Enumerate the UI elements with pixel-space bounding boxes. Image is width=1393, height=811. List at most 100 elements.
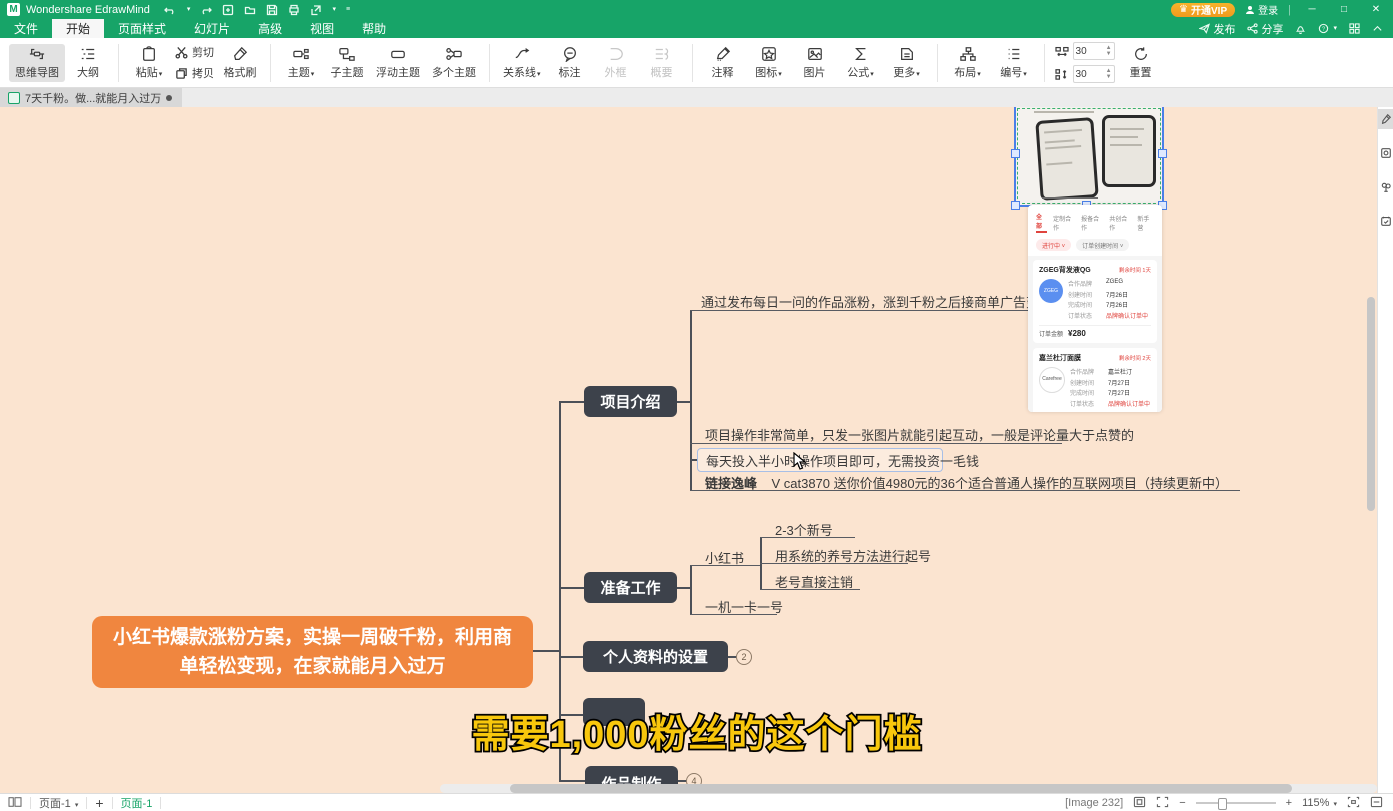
attached-image-phones[interactable] <box>1014 107 1164 207</box>
subtopic-button[interactable]: 子主题 <box>324 44 370 82</box>
add-page-button[interactable]: + <box>95 795 103 811</box>
page-select-dropdown[interactable]: 页面-1 ▾ <box>39 795 78 811</box>
cut-button[interactable]: 剪切 <box>172 43 217 61</box>
horizontal-scrollbar-thumb[interactable] <box>510 784 1292 793</box>
page-panel-icon[interactable] <box>8 796 22 811</box>
callout-button[interactable]: 标注 <box>547 44 593 82</box>
zoom-slider[interactable] <box>1196 802 1276 804</box>
topic-text[interactable]: 链接逸峰 V cat3870 送你价值4980元的36个适合普通人操作的互联网项… <box>705 473 1228 492</box>
icon-library-button[interactable]: 图标▾ <box>746 44 792 82</box>
collapse-ribbon-icon[interactable] <box>1372 23 1383 34</box>
topic-text[interactable]: 老号直接注销 <box>775 572 853 591</box>
share-icon <box>1247 23 1258 34</box>
formula-button[interactable]: 公式▾ <box>838 44 884 82</box>
reset-button[interactable]: 重置 <box>1118 44 1164 82</box>
multi-topic-button[interactable]: 多个主题 <box>426 44 482 82</box>
branch-node-project[interactable]: 项目介绍 <box>584 386 677 417</box>
task-panel-icon[interactable] <box>1378 211 1393 231</box>
floating-topic-button[interactable]: 浮动主题 <box>370 44 426 82</box>
zoom-slider-knob[interactable] <box>1218 798 1227 810</box>
notification-bell-icon[interactable] <box>1295 23 1306 34</box>
publish-button[interactable]: 发布 <box>1199 21 1235 37</box>
paste-button[interactable]: 粘贴▾ <box>126 44 172 82</box>
outline-mode-button[interactable]: 大纲 <box>65 44 111 82</box>
selection-handle[interactable] <box>1011 149 1020 158</box>
undo-icon[interactable] <box>164 3 177 16</box>
menu-advanced[interactable]: 高级 <box>244 19 296 38</box>
collapse-statusbar-icon[interactable] <box>1370 796 1383 811</box>
help-icon[interactable]: ?▾ <box>1318 23 1337 34</box>
branch-node-prepare[interactable]: 准备工作 <box>584 572 677 603</box>
menu-slides[interactable]: 幻灯片 <box>180 19 244 38</box>
menu-page-style[interactable]: 页面样式 <box>104 19 180 38</box>
new-file-icon[interactable] <box>221 3 234 16</box>
format-painter-button[interactable]: 格式刷 <box>217 44 263 82</box>
fit-selection-icon[interactable] <box>1347 796 1360 811</box>
v-spacing-control[interactable]: 30▲▼ <box>1052 64 1118 84</box>
attached-image-orders[interactable]: 全部 定制合作 报备合作 共创合作 新手营 进行中 ˅ 订单创建时间 ˅ ZGE… <box>1028 205 1162 412</box>
branch-node-profile[interactable]: 个人资料的设置 <box>583 641 728 672</box>
selection-status-label: [Image 232] <box>1065 797 1123 809</box>
topic-text[interactable]: 2-3个新号 <box>775 520 833 539</box>
mindmap-canvas[interactable]: 小红书爆款涨粉方案，实操一周破千粉，利用商单轻松变现，在家就能月入过万 项目介绍… <box>0 107 1377 793</box>
multi-topic-icon <box>445 46 463 62</box>
share-button[interactable]: 分享 <box>1247 21 1283 37</box>
topic-text[interactable]: 用系统的养号方法进行起号 <box>775 546 931 565</box>
icon-panel-icon[interactable] <box>1378 143 1393 163</box>
close-button[interactable]: ✕ <box>1365 4 1387 15</box>
style-panel-icon[interactable] <box>1378 109 1393 129</box>
horizontal-scrollbar[interactable] <box>440 784 1377 793</box>
zoom-in-button[interactable]: + <box>1286 797 1292 809</box>
picture-button[interactable]: 图片 <box>792 44 838 82</box>
comment-button[interactable]: 注释 <box>700 44 746 82</box>
more-button[interactable]: 更多▾ <box>884 44 930 82</box>
copy-button[interactable]: 拷贝 <box>172 64 217 82</box>
topic-text[interactable]: 通过发布每日一问的作品涨粉，涨到千粉之后接商单广告变现 <box>701 292 1052 311</box>
topic-text[interactable]: 小红书 <box>705 548 744 567</box>
save-icon[interactable] <box>265 3 278 16</box>
fit-window-icon[interactable] <box>1133 796 1146 811</box>
apps-grid-icon[interactable] <box>1349 23 1360 34</box>
clipart-panel-icon[interactable] <box>1378 177 1393 197</box>
menu-view[interactable]: 视图 <box>296 19 348 38</box>
maximize-button[interactable]: □ <box>1333 4 1355 15</box>
undo-caret-icon[interactable]: ▾ <box>187 6 191 13</box>
export-caret-icon[interactable]: ▾ <box>332 6 336 13</box>
paper-plane-icon <box>1199 23 1210 34</box>
h-spacing-value[interactable]: 30 <box>1076 46 1087 57</box>
layout-button[interactable]: 布局▾ <box>945 44 991 82</box>
topic-text[interactable]: 一机一卡一号 <box>705 597 783 616</box>
collapsed-badge[interactable]: 2 <box>736 649 752 665</box>
placeholder-line <box>1034 111 1094 113</box>
open-file-icon[interactable] <box>243 3 256 16</box>
zoom-percent-dropdown[interactable]: 115% ▾ <box>1302 797 1337 809</box>
print-icon[interactable] <box>287 3 300 16</box>
menu-home[interactable]: 开始 <box>52 19 104 38</box>
relationship-button[interactable]: 关系线▾ <box>497 44 547 82</box>
v-spacing-value[interactable]: 30 <box>1076 69 1087 80</box>
floating-topic-icon <box>389 46 407 62</box>
selected-topic-node[interactable]: 每天投入半小时操作项目即可，无需投资一毛钱 <box>697 448 943 472</box>
minimize-button[interactable]: ─ <box>1301 4 1323 15</box>
vip-button[interactable]: ♛ 开通VIP <box>1171 3 1235 17</box>
login-button[interactable]: 登录 <box>1245 2 1278 17</box>
page-tab[interactable]: 页面-1 <box>121 795 153 811</box>
zoom-out-button[interactable]: − <box>1179 797 1185 809</box>
export-icon[interactable] <box>309 3 322 16</box>
menu-file[interactable]: 文件 <box>0 19 52 38</box>
topic-text[interactable]: 项目操作非常简单，只发一张图片就能引起互动，一般是评论量大于点赞的 <box>705 425 1134 444</box>
central-topic-node[interactable]: 小红书爆款涨粉方案，实操一周破千粉，利用商单轻松变现，在家就能月入过万 <box>92 616 533 688</box>
vertical-scrollbar-thumb[interactable] <box>1367 297 1375 511</box>
topic-button[interactable]: 主题▾ <box>278 44 324 82</box>
selection-handle[interactable] <box>1011 201 1020 210</box>
redo-icon[interactable] <box>199 3 212 16</box>
mindmap-mode-button[interactable]: 思维导图 <box>9 44 65 82</box>
crown-icon: ♛ <box>1179 4 1188 15</box>
h-spacing-control[interactable]: 30▲▼ <box>1052 41 1118 61</box>
numbering-button[interactable]: 编号▾ <box>991 44 1037 82</box>
fullscreen-icon[interactable] <box>1156 796 1169 811</box>
selection-handle[interactable] <box>1158 149 1167 158</box>
more-quick-icon[interactable]: ≡ <box>346 6 350 13</box>
menu-help[interactable]: 帮助 <box>348 19 400 38</box>
document-tab[interactable]: 7天千粉。做...就能月入过万 <box>0 88 182 107</box>
